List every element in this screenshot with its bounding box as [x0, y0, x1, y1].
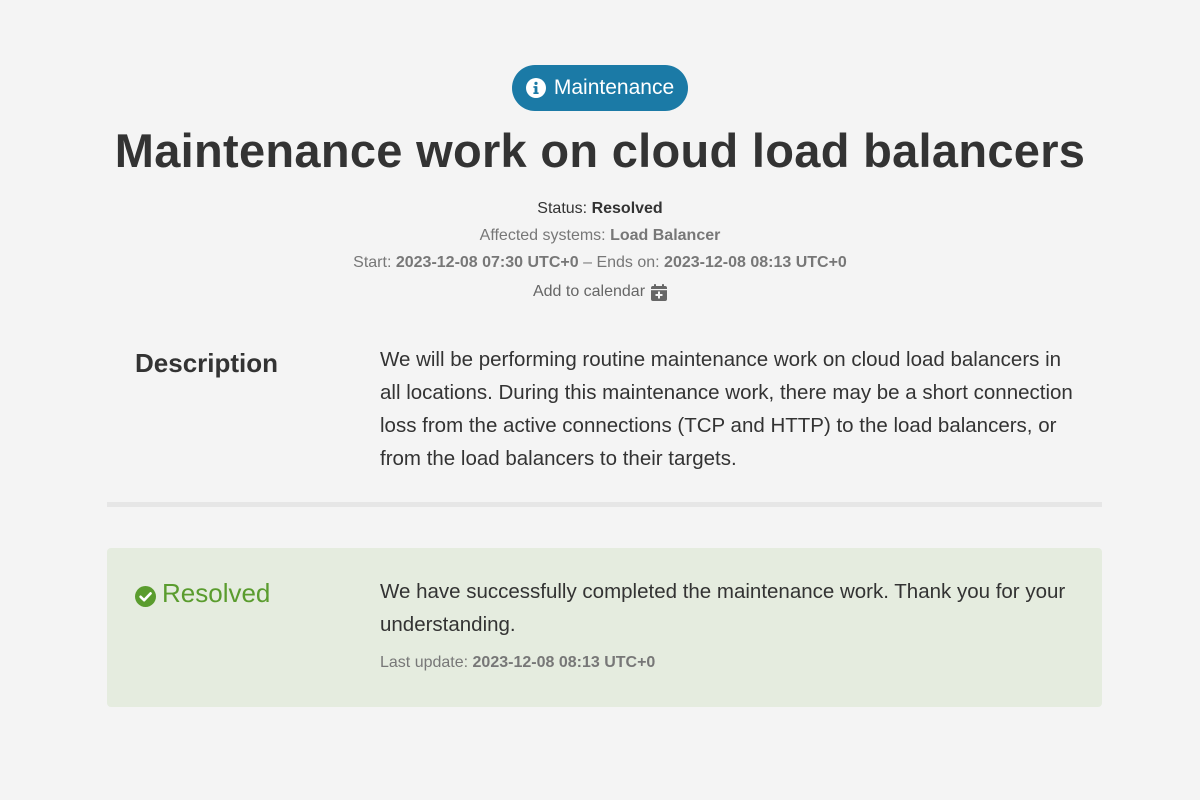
- description-heading: Description: [135, 348, 279, 378]
- description-text: We will be performing routine maintenanc…: [380, 348, 1073, 470]
- info-icon: [525, 78, 546, 98]
- resolved-update-section: Resolved We have successfully completed …: [107, 548, 1102, 707]
- maintenance-badge: Maintenance: [511, 65, 689, 111]
- description-section: Description We will be performing routin…: [107, 340, 1102, 507]
- resolved-text: We have successfully completed the maint…: [380, 580, 1066, 636]
- add-to-calendar-label: Add to calendar: [532, 283, 646, 300]
- status-value: Resolved: [591, 200, 663, 217]
- last-update-label: Last update:: [380, 654, 469, 671]
- incident-page: Maintenance Maintenance work on cloud lo…: [0, 0, 1200, 800]
- incident-meta: Status: Resolved Affected systems: Load …: [0, 195, 1200, 305]
- incident-header: Maintenance Maintenance work on cloud lo…: [0, 0, 1200, 305]
- last-update-line: Last update: 2023-12-08 08:13 UTC+0: [380, 654, 655, 672]
- schedule-separator: –: [583, 254, 592, 271]
- affected-value: Load Balancer: [610, 227, 721, 244]
- end-label: Ends on:: [596, 254, 660, 271]
- affected-label: Affected systems:: [479, 227, 606, 244]
- check-circle-icon: [135, 583, 156, 607]
- affected-systems-line: Affected systems: Load Balancer: [0, 222, 1200, 249]
- start-label: Start:: [353, 254, 392, 271]
- last-update-value: 2023-12-08 08:13 UTC+0: [472, 654, 656, 671]
- start-value: 2023-12-08 07:30 UTC+0: [395, 254, 579, 271]
- page-title: Maintenance work on cloud load balancers: [114, 124, 1086, 177]
- resolved-label: Resolved: [162, 578, 271, 608]
- resolved-heading: Resolved: [135, 578, 270, 609]
- add-to-calendar-link[interactable]: Add to calendar: [532, 278, 668, 305]
- end-value: 2023-12-08 08:13 UTC+0: [664, 254, 847, 271]
- schedule-line: Start: 2023-12-08 07:30 UTC+0 – Ends on:…: [0, 249, 1200, 276]
- badge-label: Maintenance: [553, 76, 675, 99]
- calendar-plus-icon: [651, 283, 668, 301]
- status-line: Status: Resolved: [0, 195, 1200, 222]
- status-label: Status:: [537, 200, 588, 217]
